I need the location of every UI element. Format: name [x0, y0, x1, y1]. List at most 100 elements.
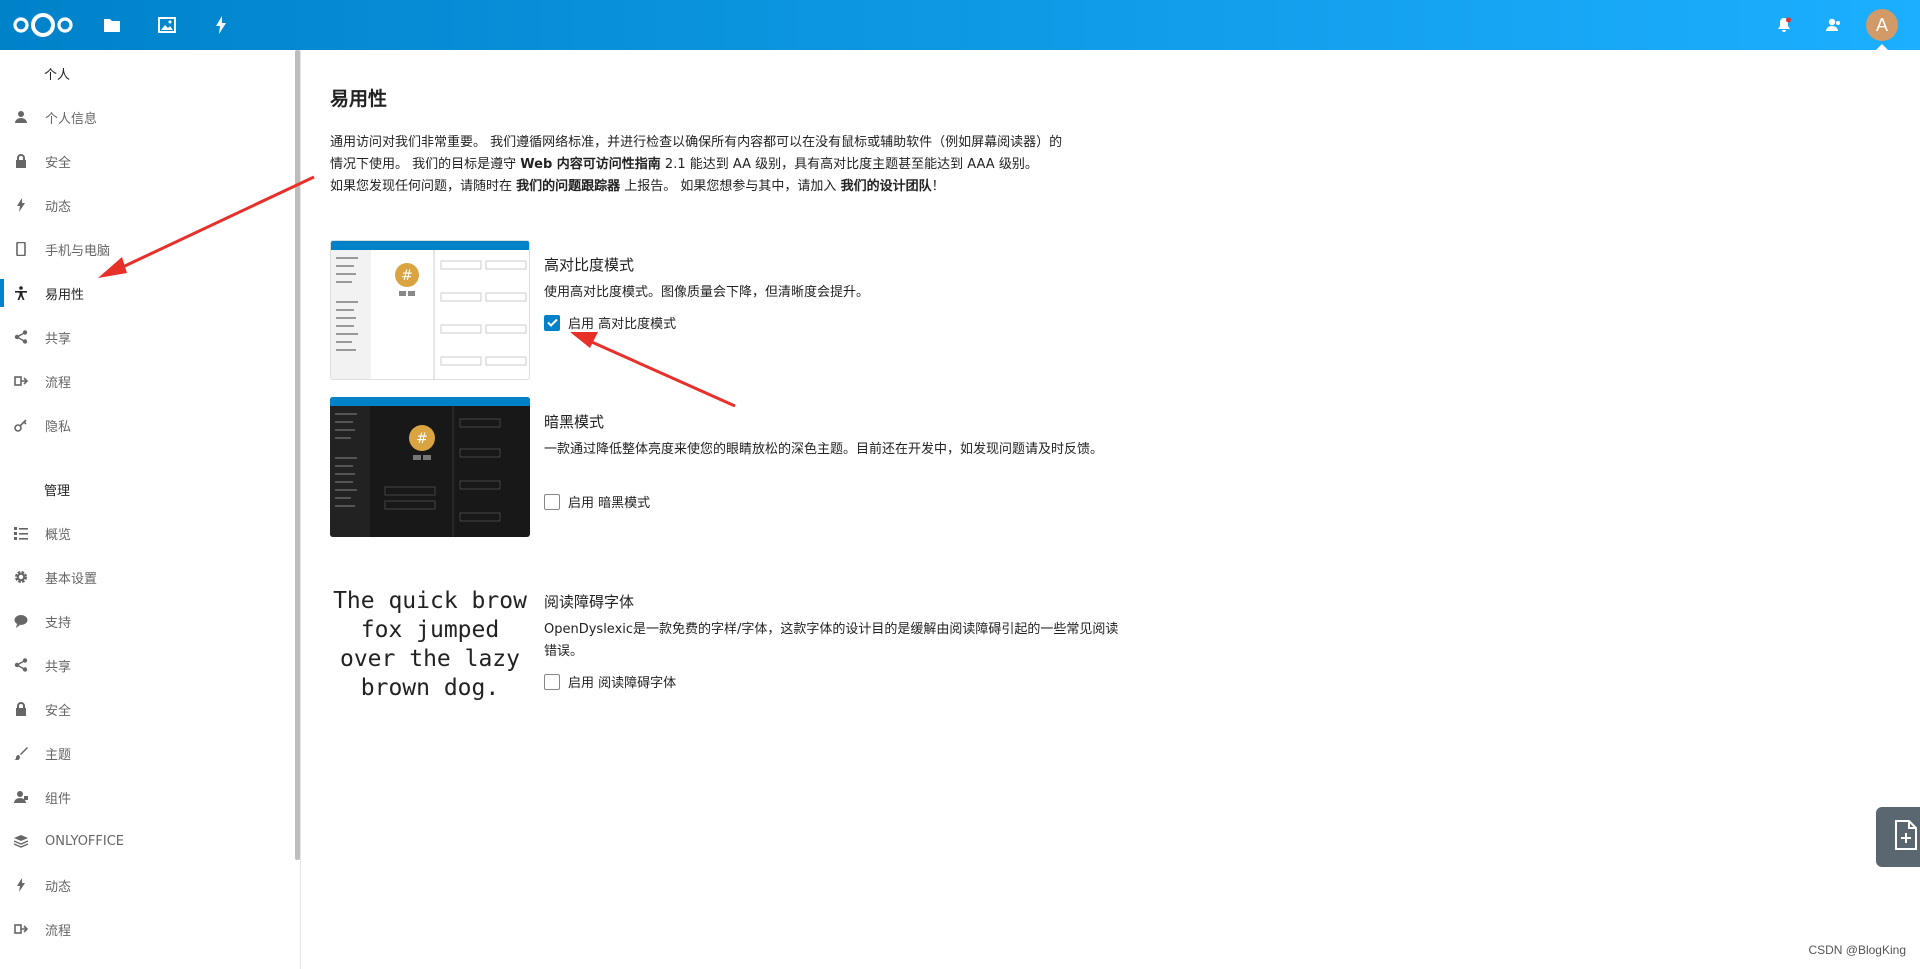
- sidebar-item-label: 动态: [45, 199, 72, 215]
- list-icon: [13, 525, 29, 541]
- image-icon[interactable]: [155, 13, 179, 37]
- sidebar-item-label: 安全: [45, 155, 72, 171]
- intro-text-span: ！: [931, 179, 945, 194]
- high-contrast-preview-image: #: [330, 240, 530, 380]
- top-header: A: [0, 0, 1920, 50]
- sidebar-item-personal-info[interactable]: 个人信息: [0, 95, 295, 139]
- sidebar-item-support[interactable]: 支持: [0, 599, 295, 643]
- dyslexia-font-checkbox-label: 启用 阅读障碍字体: [568, 676, 677, 691]
- sidebar-item-label: 隐私: [45, 419, 72, 435]
- sidebar-item-admin-sharing[interactable]: 共享: [0, 643, 295, 687]
- chat-bubble-icon: [13, 613, 29, 629]
- lock-icon: [13, 701, 29, 717]
- lightning-icon: [13, 877, 29, 893]
- sidebar-item-admin-activity[interactable]: 动态: [0, 863, 295, 907]
- sidebar-item-devices[interactable]: 手机与电脑: [0, 227, 295, 271]
- share-icon: [13, 329, 29, 345]
- sidebar-item-label: ONLYOFFICE: [45, 833, 125, 849]
- intro-text-span: 情况下使用。 我们的目标是遵守: [330, 157, 521, 172]
- brush-icon: [13, 745, 29, 761]
- feature-high-contrast: # 高对比度模式 使用高对比度模式。图像质量会下降，但清晰度会提升。 启用 高对…: [330, 240, 1130, 380]
- accessibility-icon: [13, 285, 29, 301]
- sidebar-item-label: 共享: [45, 659, 72, 675]
- nextcloud-logo[interactable]: [12, 11, 74, 39]
- intro-line: 如果您发现任何问题，请随时在 我们的问题跟踪器 上报告。 如果您想参与其中，请加…: [330, 176, 1150, 198]
- sidebar-item-onlyoffice[interactable]: ONLYOFFICE: [0, 819, 295, 863]
- design-team-link[interactable]: 我们的设计团队: [841, 179, 932, 194]
- sidebar-item-label: 手机与电脑: [45, 243, 111, 259]
- sidebar-item-accessibility[interactable]: 易用性: [0, 271, 295, 315]
- folder-icon[interactable]: [100, 13, 124, 37]
- key-icon: [13, 417, 29, 433]
- sidebar-item-admin-security[interactable]: 安全: [0, 687, 295, 731]
- high-contrast-checkbox-label: 启用 高对比度模式: [568, 317, 677, 332]
- new-document-button[interactable]: [1876, 807, 1920, 867]
- intro-line: 通用访问对我们非常重要。 我们遵循网络标准，并进行检查以确保所有内容都可以在没有…: [330, 135, 1063, 150]
- wcag-link[interactable]: Web 内容可访问性指南: [520, 157, 661, 172]
- dark-mode-checkbox-label: 启用 暗黑模式: [568, 496, 651, 511]
- contacts-icon[interactable]: [1821, 13, 1845, 37]
- sidebar-item-sharing[interactable]: 共享: [0, 315, 295, 359]
- high-contrast-title: 高对比度模式: [544, 256, 635, 274]
- dark-mode-description: 一款通过降低整体亮度来使您的眼睛放松的深色主题。目前还在开发中，如发现问题请及时…: [544, 442, 1104, 457]
- issue-tracker-link[interactable]: 我们的问题跟踪器: [516, 179, 620, 194]
- gear-icon: [13, 569, 29, 585]
- lightning-icon: [13, 197, 29, 213]
- lightning-icon[interactable]: [209, 13, 233, 37]
- notification-bell-icon[interactable]: [1772, 13, 1796, 37]
- sample-line: fox jumped: [360, 617, 500, 643]
- sidebar-item-label: 个人信息: [45, 111, 98, 127]
- flow-icon: [13, 921, 29, 937]
- checkbox-checked[interactable]: [544, 314, 560, 331]
- sidebar-item-label: 易用性: [45, 287, 85, 303]
- dyslexia-font-toggle[interactable]: 启用 阅读障碍字体: [544, 672, 676, 691]
- sidebar-item-admin-flow[interactable]: 流程: [0, 907, 295, 951]
- avatar-menu-caret: [1876, 44, 1888, 50]
- intro-line: 情况下使用。 我们的目标是遵守 Web 内容可访问性指南 2.1 能达到 AA …: [330, 154, 1150, 176]
- sidebar-item-label: 流程: [45, 923, 72, 939]
- sidebar-item-label: 组件: [45, 791, 72, 807]
- intro-text-span: 如果您发现任何问题，请随时在: [330, 179, 517, 194]
- intro-text-span: 上报告。 如果您想参与其中，请加入: [620, 179, 841, 194]
- sidebar-item-label: 共享: [45, 331, 72, 347]
- dark-mode-preview-image: #: [330, 397, 530, 537]
- sidebar-item-overview[interactable]: 概览: [0, 511, 295, 555]
- sidebar-item-label: 动态: [45, 879, 72, 895]
- sidebar-item-security[interactable]: 安全: [0, 139, 295, 183]
- svg-text:#: #: [401, 268, 413, 284]
- avatar[interactable]: A: [1866, 9, 1898, 41]
- sidebar-item-label: 安全: [45, 703, 72, 719]
- share-icon: [13, 657, 29, 673]
- phone-icon: [13, 241, 29, 257]
- avatar-letter: A: [1875, 14, 1888, 35]
- sample-line: The quick brow: [333, 588, 527, 614]
- admin-heading: 管理: [44, 484, 71, 499]
- sidebar-item-privacy[interactable]: 隐私: [0, 403, 295, 447]
- sidebar-item-basic-settings[interactable]: 基本设置: [0, 555, 295, 599]
- sidebar-item-activity[interactable]: 动态: [0, 183, 295, 227]
- dyslexia-font-title: 阅读障碍字体: [544, 593, 635, 611]
- sidebar-item-theming[interactable]: 主题: [0, 731, 295, 775]
- page-title: 易用性: [330, 88, 388, 110]
- personal-heading: 个人: [44, 68, 71, 83]
- dark-mode-title: 暗黑模式: [544, 413, 605, 431]
- sample-line: over the lazy: [339, 646, 520, 672]
- user-icon: [13, 109, 29, 125]
- puzzle-user-icon: [13, 789, 29, 805]
- sidebar-item-flow[interactable]: 流程: [0, 359, 295, 403]
- sidebar-item-label: 支持: [45, 615, 72, 631]
- checkbox-unchecked[interactable]: [544, 673, 560, 690]
- intro-text: 通用访问对我们非常重要。 我们遵循网络标准，并进行检查以确保所有内容都可以在没有…: [330, 132, 1150, 198]
- high-contrast-toggle[interactable]: 启用 高对比度模式: [544, 313, 676, 332]
- layers-icon: [13, 833, 29, 849]
- feature-dark-mode: # 暗黑模式 一款通过降低整体亮度来使您的眼睛放松的深色主题。目前还在开发中，如…: [330, 397, 1130, 537]
- dyslexia-sample-text: The quick brow fox jumped over the lazy …: [330, 587, 530, 703]
- checkbox-unchecked[interactable]: [544, 493, 560, 510]
- sidebar-item-label: 主题: [45, 747, 72, 763]
- sidebar-divider: [300, 50, 301, 969]
- dark-mode-toggle[interactable]: 启用 暗黑模式: [544, 492, 650, 511]
- watermark: CSDN @BlogKing: [1808, 943, 1906, 957]
- sidebar-item-label: 流程: [45, 375, 72, 391]
- sidebar-item-label: 基本设置: [45, 571, 98, 587]
- sidebar-item-components[interactable]: 组件: [0, 775, 295, 819]
